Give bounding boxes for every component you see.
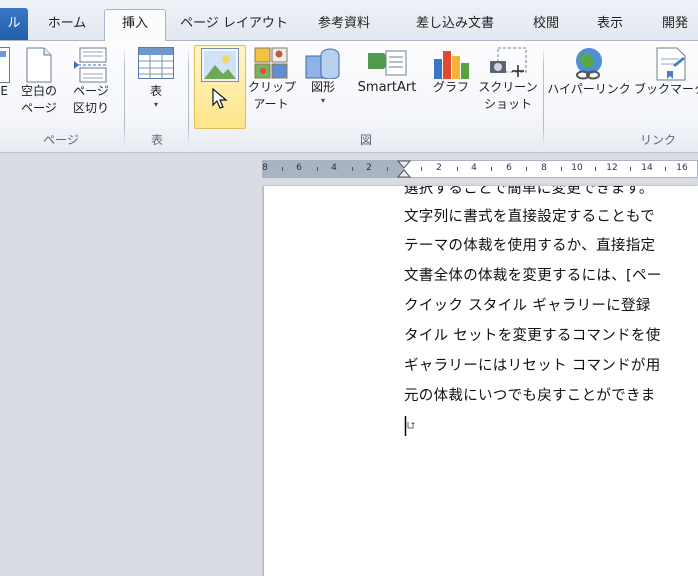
tab-page-layout[interactable]: ページ レイアウト xyxy=(178,10,290,38)
document-line: テーマの体裁を使用するか、直接指定 xyxy=(404,238,656,254)
shapes-button[interactable]: 図形 ▾ xyxy=(298,45,348,129)
bookmark-icon xyxy=(656,47,686,81)
cover-page-button[interactable]: E xyxy=(0,45,12,129)
table-button[interactable]: 表 ▾ xyxy=(130,45,182,129)
picture-button[interactable] xyxy=(194,45,246,129)
tab-mailings[interactable]: 差し込み文書 xyxy=(400,10,510,38)
picture-icon xyxy=(201,48,239,82)
group-separator xyxy=(543,47,544,147)
tab-view[interactable]: 表示 xyxy=(586,10,634,38)
document-line: 文字列に書式を直接設定することもで xyxy=(404,209,656,225)
indent-marker-icon[interactable] xyxy=(397,160,411,180)
clipart-icon xyxy=(254,47,288,79)
tab-developer[interactable]: 開発 xyxy=(652,10,698,38)
blank-page-button[interactable]: 空白の ページ xyxy=(16,45,62,129)
page-break-icon xyxy=(74,47,108,83)
page-break-button[interactable]: ページ 区切り xyxy=(66,45,116,129)
document-line: クイック スタイル ギャラリーに登録 xyxy=(404,298,651,314)
screenshot-icon xyxy=(490,47,527,77)
group-label-page: ページ xyxy=(43,133,79,147)
table-icon xyxy=(138,47,174,79)
blank-page-icon xyxy=(26,47,52,83)
tab-review[interactable]: 校閲 xyxy=(524,10,568,38)
hyperlink-button[interactable]: ハイパーリンク xyxy=(546,45,632,129)
shapes-dropdown-icon[interactable]: ▾ xyxy=(298,96,348,106)
group-label-table: 表 xyxy=(150,133,163,147)
document-line: ギャラリーにはリセット コマンドが用 xyxy=(404,358,661,374)
horizontal-ruler[interactable]: 8 6 4 2 2 4 6 8 10 12 14 16 xyxy=(262,160,698,178)
ribbon-tab-bar: ル ホーム 挿入 ページ レイアウト 参考資料 差し込み文書 校閲 表示 開発 xyxy=(0,0,698,41)
tab-insert[interactable]: 挿入 xyxy=(104,9,166,41)
tab-file[interactable]: ル xyxy=(0,8,28,40)
screenshot-button[interactable]: スクリーン ショット xyxy=(476,45,540,129)
shapes-icon xyxy=(305,48,340,79)
group-separator xyxy=(124,47,125,147)
document-line: 選択することで簡単に変更できます。 xyxy=(404,186,654,197)
group-separator xyxy=(188,47,189,147)
clipart-button[interactable]: クリップ アート xyxy=(248,45,296,129)
bookmark-button[interactable]: ブックマーク xyxy=(634,45,698,129)
document-line: 元の体裁にいつでも戻すことができま xyxy=(404,388,656,404)
document-page[interactable]: 選択することで簡単に変更できます。 文字列に書式を直接設定することもで テーマの… xyxy=(264,186,698,576)
tab-references[interactable]: 参考資料 xyxy=(306,10,382,38)
chart-button[interactable]: グラフ xyxy=(428,45,474,129)
group-label-figure: 図 xyxy=(359,133,372,147)
table-dropdown-icon[interactable]: ▾ xyxy=(130,100,182,110)
text-cursor-paragraph-mark-icon xyxy=(404,416,415,436)
ribbon-insert: E 空白の ページ ページ 区切り ページ 表 ▾ 表 クリップ アート 図形 … xyxy=(0,40,698,153)
chart-icon xyxy=(434,51,469,79)
hyperlink-icon xyxy=(576,48,602,80)
cover-page-icon xyxy=(0,47,10,83)
group-label-link: リンク xyxy=(639,133,676,147)
smartart-button[interactable]: SmartArt xyxy=(350,45,424,129)
document-line: 文書全体の体裁を変更するには、[ペー xyxy=(404,268,662,284)
tab-home[interactable]: ホーム xyxy=(40,10,94,38)
smartart-icon xyxy=(368,50,407,76)
document-line: タイル セットを変更するコマンドを使 xyxy=(404,328,661,344)
mouse-pointer-icon xyxy=(212,88,228,109)
